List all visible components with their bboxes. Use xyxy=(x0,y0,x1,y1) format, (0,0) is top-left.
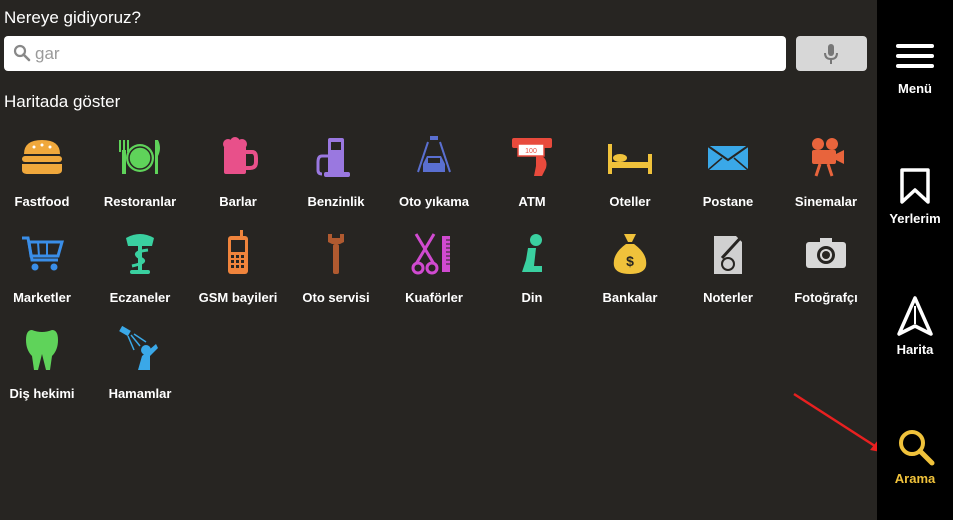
category-label: Hamamlar xyxy=(108,386,172,401)
category-restaurants[interactable]: Restoranlar xyxy=(92,128,188,218)
category-car-wash[interactable]: Oto yıkama xyxy=(386,128,482,218)
search-icon xyxy=(899,430,935,466)
category-religion[interactable]: Din xyxy=(484,224,580,314)
wrench-icon xyxy=(328,234,344,274)
car-wash-icon xyxy=(417,136,451,173)
sidebar-item-menu[interactable]: Menü xyxy=(877,30,953,120)
beer-mug-icon xyxy=(223,137,258,174)
sidebar-item-map[interactable]: Harita xyxy=(877,290,953,380)
mobile-phone-icon xyxy=(228,230,248,274)
category-car-service[interactable]: Oto servisi xyxy=(288,224,384,314)
category-label: Marketler xyxy=(13,290,71,305)
category-post-office[interactable]: Postane xyxy=(680,128,776,218)
category-label: Fastfood xyxy=(14,194,70,209)
category-notaries[interactable]: Noterler xyxy=(680,224,776,314)
bed-icon xyxy=(608,144,652,174)
category-atm[interactable]: 100 ATM xyxy=(484,128,580,218)
notary-document-icon xyxy=(714,232,746,274)
category-label: Eczaneler xyxy=(109,290,171,305)
atm-icon: 100 xyxy=(512,138,552,176)
category-label: Oto servisi xyxy=(302,290,370,305)
sidebar-item-label: Yerlerim xyxy=(889,211,941,226)
pharmacy-icon xyxy=(126,234,154,274)
category-hammams[interactable]: Hamamlar xyxy=(92,320,188,410)
category-label: Sinemalar xyxy=(794,194,858,209)
category-bars[interactable]: Barlar xyxy=(190,128,286,218)
photo-camera-icon xyxy=(806,238,846,268)
category-banks[interactable]: $ Bankalar xyxy=(582,224,678,314)
microphone-icon xyxy=(824,44,838,64)
shopping-cart-icon xyxy=(22,236,64,271)
category-label: Oto yıkama xyxy=(398,194,470,209)
svg-text:100: 100 xyxy=(525,148,537,155)
money-bag-icon: $ xyxy=(613,234,647,274)
bookmark-icon xyxy=(900,168,930,204)
category-label: Din xyxy=(521,290,543,305)
category-label: Diş hekimi xyxy=(9,386,75,401)
film-camera-icon xyxy=(812,138,844,177)
category-label: Oteller xyxy=(609,194,651,209)
navigation-arrow-icon xyxy=(897,296,933,336)
section-title: Haritada göster xyxy=(4,92,121,111)
search-icon xyxy=(13,44,31,62)
sidebar-item-search[interactable]: Arama xyxy=(877,420,953,510)
sidebar-item-label: Menü xyxy=(898,81,932,96)
category-hotels[interactable]: Oteller xyxy=(582,128,678,218)
category-label: GSM bayileri xyxy=(198,290,278,305)
main-panel: Nereye gidiyoruz? Haritada göster Fastfo… xyxy=(0,0,886,520)
category-label: ATM xyxy=(518,194,546,209)
category-photographers[interactable]: Fotoğrafçı xyxy=(778,224,874,314)
category-label: Postane xyxy=(702,194,754,209)
search-input[interactable] xyxy=(35,36,775,71)
category-label: Bankalar xyxy=(602,290,658,305)
category-hairdressers[interactable]: Kuaförler xyxy=(386,224,482,314)
plate-cutlery-icon xyxy=(119,140,160,174)
category-label: Benzinlik xyxy=(307,194,365,209)
envelope-icon xyxy=(707,145,749,171)
sidebar-item-label: Harita xyxy=(896,342,934,357)
category-label: Noterler xyxy=(703,290,753,305)
sidebar-item-bookmarks[interactable]: Yerlerim xyxy=(877,160,953,250)
category-label: Restoranlar xyxy=(103,194,177,209)
category-gsm-dealers[interactable]: GSM bayileri xyxy=(190,224,286,314)
category-pharmacies[interactable]: Eczaneler xyxy=(92,224,188,314)
sidebar: Menü Yerlerim Harita Arama xyxy=(877,0,953,520)
category-label: Barlar xyxy=(219,194,257,209)
annotation-arrow xyxy=(793,392,886,453)
shower-icon xyxy=(119,326,158,370)
category-gas-station[interactable]: Benzinlik xyxy=(288,128,384,218)
category-fastfood[interactable]: Fastfood xyxy=(0,128,90,218)
category-dentists[interactable]: Diş hekimi xyxy=(0,320,90,410)
category-cinemas[interactable]: Sinemalar xyxy=(778,128,874,218)
praying-person-icon xyxy=(522,234,542,272)
voice-search-button[interactable] xyxy=(796,36,867,71)
sidebar-item-label: Arama xyxy=(894,471,936,486)
scissors-comb-icon xyxy=(411,233,450,275)
tooth-icon xyxy=(26,330,58,370)
category-label: Kuaförler xyxy=(405,290,463,305)
hamburger-menu-icon xyxy=(896,44,934,68)
fuel-pump-icon xyxy=(316,138,350,177)
svg-text:$: $ xyxy=(626,253,634,269)
category-label: Fotoğrafçı xyxy=(794,290,858,305)
category-markets[interactable]: Marketler xyxy=(0,224,90,314)
search-box[interactable] xyxy=(4,36,786,71)
burger-icon xyxy=(22,140,62,174)
page-title: Nereye gidiyoruz? xyxy=(4,8,142,27)
